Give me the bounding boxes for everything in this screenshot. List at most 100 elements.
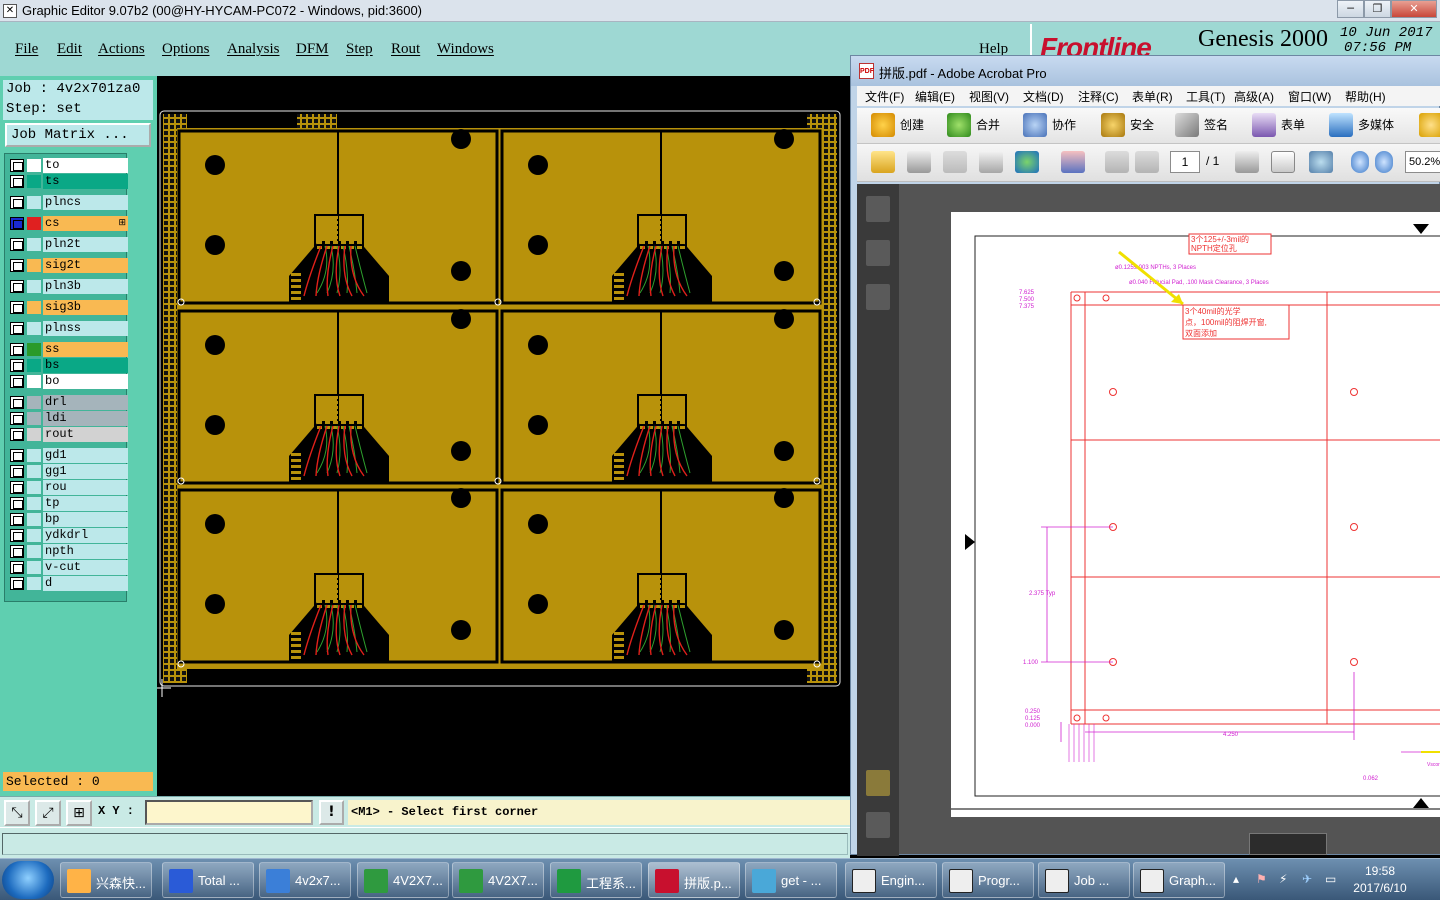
- taskbar-item[interactable]: Progr...: [942, 862, 1034, 898]
- genesis-titlebar[interactable]: ✕ Graphic Editor 9.07b2 (00@HY-HYCAM-PC0…: [0, 0, 1440, 22]
- layer-row-gg1[interactable]: gg1: [8, 464, 128, 479]
- forms-button[interactable]: 表单: [1281, 116, 1305, 133]
- layer-affected-checkbox[interactable]: [10, 280, 24, 293]
- layer-color-swatch[interactable]: [27, 359, 41, 372]
- next-page-icon[interactable]: [1135, 151, 1159, 173]
- tray-network-icon[interactable]: ⚑: [1256, 872, 1267, 886]
- taskbar-item[interactable]: get - ...: [745, 862, 837, 898]
- layer-color-swatch[interactable]: [27, 375, 41, 388]
- layer-name[interactable]: pln2t: [43, 237, 128, 252]
- measure-icon[interactable]: ⤢: [35, 800, 61, 826]
- comments-panel-icon[interactable]: [866, 770, 890, 796]
- layer-affected-checkbox[interactable]: [10, 577, 24, 590]
- layer-row-ss[interactable]: ss: [8, 342, 128, 357]
- layer-row-gd1[interactable]: gd1: [8, 448, 128, 463]
- tray-monitor-icon[interactable]: ▭: [1325, 872, 1336, 886]
- layer-affected-checkbox[interactable]: [10, 497, 24, 510]
- layer-affected-checkbox[interactable]: [10, 529, 24, 542]
- layer-name[interactable]: plnss: [43, 321, 128, 336]
- layer-name[interactable]: sig2t: [43, 258, 128, 273]
- warning-icon[interactable]: !: [319, 800, 344, 825]
- layer-affected-checkbox[interactable]: [10, 343, 24, 356]
- zoom-level-input[interactable]: 50.2%: [1405, 151, 1440, 173]
- comment-icon[interactable]: [1419, 113, 1440, 137]
- tray-bluetooth-icon[interactable]: ✈: [1302, 872, 1312, 886]
- layer-name[interactable]: bp: [43, 512, 128, 527]
- layer-row-plnss[interactable]: plnss: [8, 321, 128, 336]
- layer-color-swatch[interactable]: [27, 196, 41, 209]
- tray-app-icon[interactable]: ⚡: [1279, 872, 1287, 886]
- acro-menu-comments[interactable]: 注释(C): [1078, 88, 1119, 105]
- collaborate-button[interactable]: 协作: [1052, 116, 1076, 133]
- menu-edit[interactable]: Edit: [57, 41, 82, 58]
- layer-row-ydkdrl[interactable]: ydkdrl: [8, 528, 128, 543]
- layer-name[interactable]: gg1: [43, 464, 128, 479]
- save-icon[interactable]: [943, 151, 967, 173]
- layer-affected-checkbox[interactable]: [10, 301, 24, 314]
- layer-row-sig2t[interactable]: sig2t: [8, 258, 128, 273]
- layer-color-swatch[interactable]: [27, 322, 41, 335]
- layer-row-tp[interactable]: tp: [8, 496, 128, 511]
- tray-chevron-icon[interactable]: ▴: [1233, 872, 1239, 886]
- layer-affected-checkbox[interactable]: [10, 561, 24, 574]
- start-button[interactable]: [2, 861, 54, 899]
- acro-menu-edit[interactable]: 编辑(E): [915, 88, 955, 105]
- layer-row-to[interactable]: to: [8, 158, 128, 173]
- menu-actions[interactable]: Actions: [98, 41, 145, 58]
- layer-name[interactable]: to: [43, 158, 128, 173]
- layer-color-swatch[interactable]: [27, 301, 41, 314]
- layer-affected-checkbox[interactable]: [10, 238, 24, 251]
- taskbar-item[interactable]: Graph...: [1133, 862, 1225, 898]
- document-view[interactable]: 3个125+/-3mil的 NPTH定位孔 3个40mil的光学 点，100mil的阻…: [899, 184, 1440, 854]
- share-icon[interactable]: [1015, 151, 1039, 173]
- layer-row-pln2t[interactable]: pln2t: [8, 237, 128, 252]
- layer-affected-checkbox[interactable]: [10, 196, 24, 209]
- layer-name[interactable]: rout: [43, 427, 128, 442]
- menu-dfm[interactable]: DFM: [296, 41, 329, 58]
- layer-name[interactable]: ldi: [43, 411, 128, 426]
- taskbar-item[interactable]: 工程系...: [550, 862, 642, 898]
- layer-affected-checkbox[interactable]: [10, 322, 24, 335]
- layer-name[interactable]: ts: [43, 174, 128, 189]
- layer-row-v-cut[interactable]: v-cut: [8, 560, 128, 575]
- acro-menu-advanced[interactable]: 高级(A): [1234, 88, 1274, 105]
- layer-color-swatch[interactable]: [27, 481, 41, 494]
- layer-name[interactable]: plncs: [43, 195, 128, 210]
- layer-affected-checkbox[interactable]: [10, 513, 24, 526]
- taskbar-item[interactable]: 4v2x7...: [259, 862, 351, 898]
- job-matrix-button[interactable]: Job Matrix ...: [5, 123, 151, 147]
- layer-color-swatch[interactable]: [27, 449, 41, 462]
- acro-menu-view[interactable]: 视图(V): [969, 88, 1009, 105]
- layer-color-swatch[interactable]: [27, 280, 41, 293]
- create-button[interactable]: 创建: [900, 116, 924, 133]
- close-button[interactable]: ✕: [1391, 0, 1437, 18]
- layer-row-pln3b[interactable]: pln3b: [8, 279, 128, 294]
- prev-page-icon[interactable]: [1105, 151, 1129, 173]
- hand-tool-icon[interactable]: [1271, 151, 1295, 173]
- taskbar-item[interactable]: 4V2X7...: [357, 862, 449, 898]
- layer-color-swatch[interactable]: [27, 497, 41, 510]
- zoom-fit-icon[interactable]: ⤡: [4, 800, 30, 826]
- layer-color-swatch[interactable]: [27, 428, 41, 441]
- layer-affected-checkbox[interactable]: [10, 159, 24, 172]
- layer-name[interactable]: pln3b: [43, 279, 128, 294]
- layer-affected-checkbox[interactable]: [10, 217, 24, 230]
- open-folder-icon[interactable]: [871, 151, 895, 173]
- layer-color-swatch[interactable]: [27, 343, 41, 356]
- layer-color-swatch[interactable]: [27, 529, 41, 542]
- layer-color-swatch[interactable]: [27, 238, 41, 251]
- layer-row-sig3b[interactable]: sig3b: [8, 300, 128, 315]
- layer-color-swatch[interactable]: [27, 577, 41, 590]
- combine-button[interactable]: 合并: [976, 116, 1000, 133]
- taskbar-item[interactable]: Total ...: [162, 862, 254, 898]
- menu-step[interactable]: Step: [346, 41, 373, 58]
- grid-snap-icon[interactable]: ⊞: [66, 800, 92, 826]
- sign-button[interactable]: 签名: [1204, 116, 1228, 133]
- layer-color-swatch[interactable]: [27, 561, 41, 574]
- signatures-panel-icon[interactable]: [866, 284, 890, 310]
- zoom-out-icon[interactable]: [1351, 151, 1369, 173]
- layer-affected-checkbox[interactable]: [10, 412, 24, 425]
- layer-name[interactable]: tp: [43, 496, 128, 511]
- layer-color-swatch[interactable]: [27, 175, 41, 188]
- layer-row-cs[interactable]: cs ⊞: [8, 216, 128, 231]
